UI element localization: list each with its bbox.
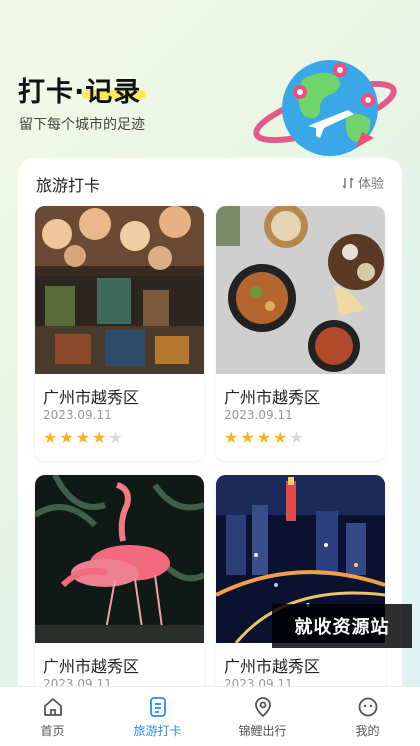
star-rating: ★ ★ ★ ★ ★ xyxy=(43,430,123,446)
card-place: 广州市越秀区 xyxy=(224,388,321,407)
star-rating: ★ ★ ★ ★ ★ xyxy=(224,430,304,446)
page-subtitle: 留下每个城市的足迹 xyxy=(19,117,145,133)
checkin-icon xyxy=(149,696,166,717)
tab-label: 锦鲤出行 xyxy=(238,723,287,738)
card-date: 2023.09.11 xyxy=(43,408,112,422)
star-icon: ★ xyxy=(224,428,239,447)
tab-label: 旅游打卡 xyxy=(133,723,182,738)
star-icon: ★ xyxy=(240,428,255,447)
tab-checkin[interactable]: 旅游打卡 xyxy=(105,687,210,746)
user-pin-icon xyxy=(254,696,271,717)
profile-face-icon xyxy=(358,697,377,716)
experience-link[interactable]: 体验 xyxy=(341,173,384,192)
card-place: 广州市越秀区 xyxy=(224,657,321,676)
star-icon: ★ xyxy=(92,428,107,447)
star-icon: ★ xyxy=(43,428,58,447)
tab-home[interactable]: 首页 xyxy=(0,687,105,746)
checkin-item[interactable]: 广州市越秀区 2023.09.11 ★ ★ ★ ★ ★ xyxy=(216,206,385,461)
bottom-tab-bar: 首页 旅游打卡 锦鲤出行 我的 xyxy=(0,686,420,746)
card-date: 2023.09.11 xyxy=(224,408,293,422)
star-icon: ★ xyxy=(75,428,91,447)
flamingo-photo xyxy=(35,475,204,643)
checkin-card: 旅游打卡 体验 广州市越秀区 2023.09.11 ★ ★ ★ ★ ★ 广州市越… xyxy=(18,158,402,746)
watermark-badge: 就收资源站 xyxy=(272,604,412,648)
home-icon xyxy=(43,697,62,716)
switch-icon xyxy=(342,176,354,189)
market-lanterns-photo xyxy=(35,206,204,374)
header: 打卡·记录 留下每个城市的足迹 xyxy=(0,0,420,160)
star-icon: ★ xyxy=(59,428,74,447)
tab-label: 我的 xyxy=(355,723,380,738)
star-icon: ★ xyxy=(273,428,288,447)
tab-travel[interactable]: 锦鲤出行 xyxy=(210,687,315,746)
globe-illustration xyxy=(253,60,397,156)
star-icon: ★ xyxy=(289,428,304,447)
tab-profile[interactable]: 我的 xyxy=(315,687,420,746)
experience-label: 体验 xyxy=(357,177,384,192)
checkin-item[interactable]: 广州市越秀区 2023.09.11 ★ ★ ★ ★ ★ xyxy=(35,206,204,461)
card-place: 广州市越秀区 xyxy=(43,657,140,676)
star-icon: ★ xyxy=(108,428,123,447)
card-place: 广州市越秀区 xyxy=(43,388,140,407)
page-title: 打卡·记录 xyxy=(18,77,142,108)
food-dishes-photo xyxy=(216,206,385,374)
tab-label: 首页 xyxy=(40,723,65,738)
star-icon: ★ xyxy=(256,428,272,447)
section-title: 旅游打卡 xyxy=(36,176,101,195)
